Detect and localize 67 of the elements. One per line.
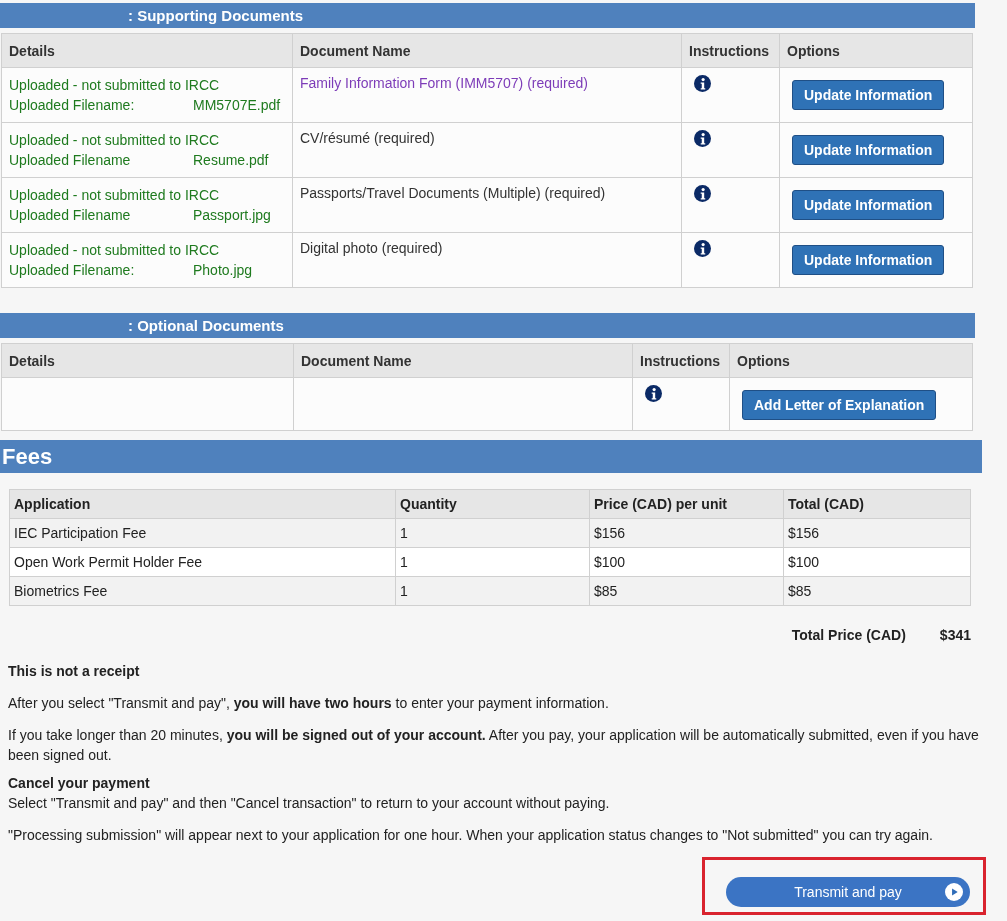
filename-label: Uploaded Filename — [9, 151, 132, 170]
play-icon — [945, 883, 963, 901]
document-name: CV/résumé — [300, 130, 371, 146]
filename: MM5707E.pdf — [193, 96, 282, 115]
table-cell: Biometrics Fee — [9, 576, 396, 606]
filename: Photo.jpg — [193, 261, 254, 280]
notice-heading: This is not a receipt — [8, 663, 141, 679]
table-cell: $85 — [589, 576, 784, 606]
upload-status: Uploaded - not submitted to IRCC — [9, 186, 221, 205]
upload-status: Uploaded - not submitted to IRCC — [9, 241, 221, 260]
column-header: Total (CAD) — [783, 489, 971, 519]
add-letter-button[interactable]: Add Letter of Explanation — [742, 390, 937, 420]
column-header: Document Name — [292, 33, 682, 68]
transmit-and-pay-button[interactable]: Transmit and pay — [726, 877, 970, 907]
document-name: Digital photo — [300, 240, 378, 256]
required-note: (required) — [381, 240, 443, 256]
cancel-paragraph: Select "Transmit and pay" and then "Cancel transaction" to return to your account without paying. — [8, 794, 611, 813]
total-value: $341 — [939, 627, 971, 643]
table-cell: 1 — [395, 518, 590, 548]
info-icon[interactable] — [694, 75, 711, 92]
column-header: Options — [779, 33, 973, 68]
column-header: Instructions — [681, 33, 780, 68]
table-cell: $156 — [589, 518, 784, 548]
filename: Resume.pdf — [193, 151, 270, 170]
column-header: Price (CAD) per unit — [589, 489, 784, 519]
table-cell: 1 — [395, 576, 590, 606]
table-cell: IEC Participation Fee — [9, 518, 396, 548]
required-note: (required) — [527, 75, 588, 91]
table-cell: $85 — [783, 576, 971, 606]
update-information-button[interactable]: Update Information — [792, 80, 945, 110]
filename-label: Uploaded Filename: — [9, 261, 136, 280]
column-header: Options — [729, 343, 973, 378]
info-icon[interactable] — [694, 240, 711, 257]
table-cell: $100 — [783, 547, 971, 577]
info-icon[interactable] — [645, 385, 662, 402]
column-header: Document Name — [293, 343, 633, 378]
column-header: Quantity — [395, 489, 590, 519]
document-name: Passports/Travel Documents (Multiple) — [300, 185, 541, 201]
required-note: (required) — [373, 130, 435, 146]
upload-status: Uploaded - not submitted to IRCC — [9, 131, 221, 150]
info-icon[interactable] — [694, 130, 711, 147]
update-information-button[interactable]: Update Information — [792, 190, 945, 220]
required-note: (required) — [544, 185, 606, 201]
total-label: Total Price (CAD) — [791, 627, 906, 643]
section-title: Fees — [2, 443, 53, 470]
column-header: Details — [1, 33, 293, 68]
filename-label: Uploaded Filename: — [9, 96, 136, 115]
info-icon[interactable] — [694, 185, 711, 202]
table-cell: $100 — [589, 547, 784, 577]
document-link[interactable]: Family Information Form (IMM5707) — [300, 75, 524, 91]
table-cell: Open Work Permit Holder Fee — [9, 547, 396, 577]
upload-status: Uploaded - not submitted to IRCC — [9, 76, 221, 95]
column-header: Application — [9, 489, 396, 519]
section-title: : Supporting Documents — [128, 7, 303, 24]
table-cell: 1 — [395, 547, 590, 577]
notice-paragraph: If you take longer than 20 minutes, you will be signed out of your account. After you pay, your application will be automatically submitted, even if you have been signed out. — [8, 726, 980, 765]
table-cell: $156 — [783, 518, 971, 548]
update-information-button[interactable]: Update Information — [792, 245, 945, 275]
notice-paragraph: After you select "Transmit and pay", you will have two hours to enter your payment information. — [8, 694, 610, 713]
update-information-button[interactable]: Update Information — [792, 135, 945, 165]
column-header: Instructions — [632, 343, 730, 378]
section-title: : Optional Documents — [128, 317, 284, 334]
cancel-paragraph: "Processing submission" will appear next to your application for one hour. When your application status changes to "Not submitted" you can try again. — [8, 826, 934, 845]
cancel-heading: Cancel your payment — [8, 775, 151, 791]
filename: Passport.jpg — [193, 206, 272, 225]
filename-label: Uploaded Filename — [9, 206, 132, 225]
column-header: Details — [1, 343, 294, 378]
